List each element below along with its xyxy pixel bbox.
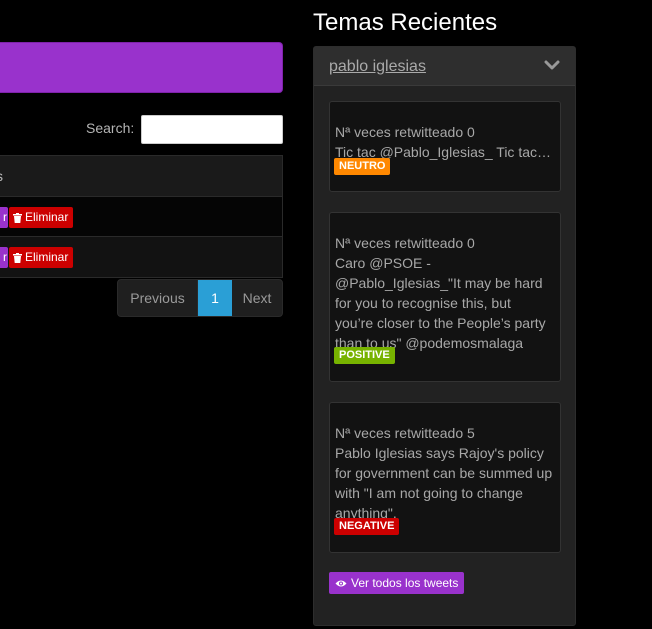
table-row: r Eliminar bbox=[0, 237, 282, 277]
topic-panel: pablo iglesias Nª veces retwitteado 0 Ti… bbox=[313, 46, 576, 626]
eye-icon bbox=[335, 579, 347, 588]
retweet-count: Nª veces retwitteado 0 bbox=[335, 124, 475, 140]
search-label: Search: bbox=[86, 120, 135, 136]
retweet-count: Nª veces retwitteado 0 bbox=[335, 235, 475, 251]
tweet-card: Nª veces retwitteado 0 Tic tac @Pablo_Ig… bbox=[329, 101, 561, 192]
trash-icon bbox=[13, 252, 22, 263]
previous-page-button[interactable]: Previous bbox=[118, 280, 198, 316]
topic-panel-header[interactable]: pablo iglesias bbox=[314, 47, 575, 86]
edit-button[interactable]: r bbox=[0, 247, 8, 268]
pagination: Previous 1 Next bbox=[117, 279, 283, 317]
tweet-card: Nª veces retwitteado 5 Pablo Iglesias sa… bbox=[329, 402, 561, 553]
next-page-button[interactable]: Next bbox=[232, 280, 282, 316]
table-header: s bbox=[0, 156, 282, 197]
delete-label: Eliminar bbox=[25, 210, 69, 224]
view-all-label: Ver todos los tweets bbox=[351, 576, 459, 590]
delete-button[interactable]: Eliminar bbox=[9, 207, 74, 228]
purple-banner bbox=[0, 42, 283, 93]
tweet-card: Nª veces retwitteado 0 Caro @PSOE - @Pab… bbox=[329, 212, 561, 382]
view-all-tweets-button[interactable]: Ver todos los tweets bbox=[329, 572, 465, 594]
table-header-cell: s bbox=[0, 168, 3, 184]
table-row: r Eliminar bbox=[0, 197, 282, 237]
sentiment-badge: POSITIVE bbox=[334, 347, 395, 364]
trash-icon bbox=[13, 212, 22, 223]
chevron-down-icon[interactable] bbox=[544, 59, 560, 71]
edit-button[interactable]: r bbox=[0, 207, 8, 228]
retweet-count: Nª veces retwitteado 5 bbox=[335, 425, 475, 441]
data-table: s r Eliminar r Eliminar bbox=[0, 155, 283, 278]
page-1-button[interactable]: 1 bbox=[198, 280, 232, 316]
topic-link[interactable]: pablo iglesias bbox=[329, 58, 426, 76]
section-title: Temas Recientes bbox=[313, 9, 498, 36]
delete-label: Eliminar bbox=[25, 250, 69, 264]
tweet-text: Pablo Iglesias says Rajoy's policy for g… bbox=[335, 445, 553, 521]
search-input[interactable] bbox=[141, 115, 283, 144]
delete-button[interactable]: Eliminar bbox=[9, 247, 74, 268]
tweet-text: Caro @PSOE - @Pablo_Iglesias_"It may be … bbox=[335, 255, 546, 351]
sentiment-badge: NEGATIVE bbox=[334, 518, 400, 535]
sentiment-badge: NEUTRO bbox=[334, 158, 391, 175]
